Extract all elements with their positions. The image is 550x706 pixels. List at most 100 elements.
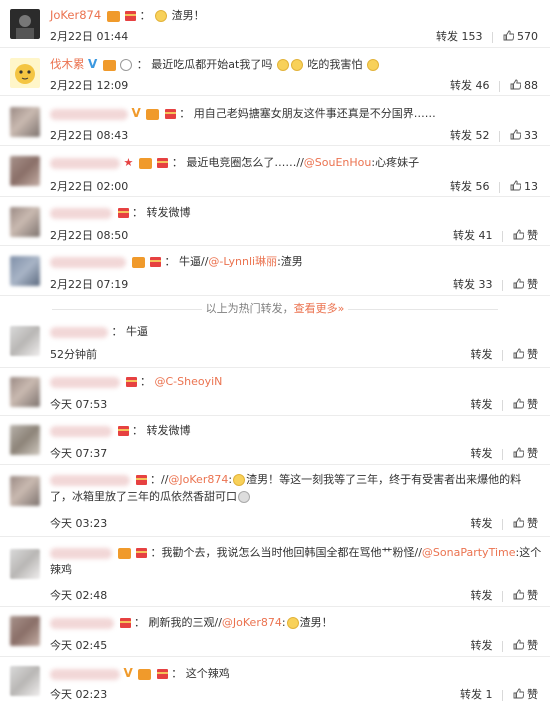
avatar[interactable] [10,377,40,407]
thumb-up-icon [513,447,524,458]
comment-text: 牛逼 [126,325,148,338]
like-button[interactable]: 赞 [513,278,538,291]
avatar[interactable] [10,616,40,646]
thumb-up-icon [513,517,524,528]
red-envelope-icon [136,548,147,558]
like-button[interactable]: 赞 [513,398,538,411]
actions: 转发 52 33 [450,127,538,143]
user-name[interactable] [50,425,112,437]
user-name[interactable] [50,474,130,486]
mention-link[interactable]: @SouEnHou [304,156,372,169]
avatar[interactable] [10,58,40,88]
actions: 转发 赞 [471,396,539,412]
actions: 转发 46 88 [450,77,538,93]
comment-line: ★ ： 最近电竞圈怎么了……//@SouEnHou:心疼妹子 [50,155,538,171]
like-button[interactable]: 赞 [513,229,538,242]
comment-text: 了，冰箱里放了三年的瓜依然香甜可口 [50,490,237,503]
repost-button[interactable]: 转发 56 [450,180,490,193]
thumb-up-icon [503,30,514,41]
timestamp: 今天 07:37 [50,447,108,460]
actions: 转发 赞 [471,587,539,603]
like-button[interactable]: 570 [503,30,538,43]
user-name[interactable] [50,376,120,388]
timestamp: 52分钟前 [50,348,97,361]
avatar[interactable] [10,256,40,286]
comment-text: 吃的我害怕 [307,58,363,71]
see-more-link[interactable]: 查看更多 [294,302,338,315]
repost-button[interactable]: 转发 52 [450,129,490,142]
mention-link[interactable]: @-Lynnli琳丽 [208,255,277,268]
repost-button[interactable]: 转发 [471,447,493,460]
red-envelope-icon [125,377,137,387]
avatar[interactable] [10,326,40,356]
avatar[interactable] [10,549,40,579]
like-button[interactable]: 赞 [513,688,538,701]
comment-text: 最近吃瓜都开始at我了吗 [151,58,273,71]
comment-text: 最近电竞圈怎么了……// [186,156,304,169]
avatar[interactable] [10,107,40,137]
avatar[interactable] [10,476,40,506]
repost-button[interactable]: 转发 [471,348,493,361]
repost-button[interactable]: 转发 1 [460,688,493,701]
repost-button[interactable]: 转发 41 [453,229,493,242]
user-name[interactable] [50,256,126,268]
user-name[interactable] [50,108,128,120]
like-button[interactable]: 13 [510,180,538,193]
like-button[interactable]: 赞 [513,447,538,460]
mention-link[interactable]: @C-SheoyiN [155,375,223,388]
list-item: 伐木累 V ： 最近吃瓜都开始at我了吗 吃的我害怕 2月22日 12:09 转… [0,48,550,96]
user-name[interactable]: 伐木累 [50,57,85,71]
mention-link[interactable]: @JoKer874 [222,616,282,629]
avatar[interactable] [10,207,40,237]
timestamp: 今天 02:23 [50,688,108,701]
avatar[interactable] [10,156,40,186]
panda-icon [120,59,133,71]
user-name[interactable]: JoKer874 [50,8,101,22]
avatar[interactable] [10,9,40,39]
thumb-up-icon [510,79,521,90]
comment-line: V ： 这个辣鸡 [50,665,538,681]
repost-button[interactable]: 转发 33 [453,278,493,291]
repost-button[interactable]: 转发 46 [450,79,490,92]
list-item: ： 刷新我的三观//@JoKer874: 渣男！ 今天 02:45 转发 赞 [0,607,550,657]
like-button[interactable]: 赞 [513,589,538,602]
comment-text: 辣鸡 [50,563,72,576]
repost-button[interactable]: 转发 153 [436,30,483,43]
like-button[interactable]: 33 [510,129,538,142]
emoji-icon [366,59,379,71]
timestamp: 2月22日 01:44 [50,30,129,43]
timestamp: 2月22日 08:50 [50,229,129,242]
comment-text: 转发微博 [146,424,191,437]
user-name[interactable] [50,617,114,629]
comment-line: ：//@JoKer874: 渣男！等这一刻我等了三年，终于有受害者出来爆他的料 了… [50,473,522,503]
vip-icon [138,157,152,169]
user-name[interactable] [50,668,120,680]
user-name[interactable] [50,207,112,219]
red-envelope-icon [125,11,137,21]
actions: 转发 153 570 [436,28,538,44]
comment-line: V ： 用自己老妈搪塞女朋友这件事还真是不分国界…… [50,105,538,121]
repost-button[interactable]: 转发 [471,517,493,530]
like-button[interactable]: 赞 [513,639,538,652]
repost-button[interactable]: 转发 [471,589,493,602]
avatar[interactable] [10,666,40,696]
timestamp: 2月22日 08:43 [50,129,129,142]
comment-text: 渣男！等这一刻我等了三年，终于有受害者出来爆他的料 [246,473,522,486]
like-button[interactable]: 赞 [513,517,538,530]
emoji-icon [286,617,299,629]
repost-button[interactable]: 转发 [471,398,493,411]
comment-line: ： 刷新我的三观//@JoKer874: 渣男！ [50,615,538,631]
list-item: JoKer874 ： 渣男！ 2月22日 01:44 转发 153 570 [0,0,550,48]
list-item: ：我勸个去，我说怎么当时他回韩国全都在骂他艹粉怪//@SonaPartyTime… [0,537,550,607]
user-name[interactable] [50,326,108,338]
like-button[interactable]: 赞 [513,348,538,361]
thumb-up-icon [513,229,524,240]
emoji-icon [233,474,246,486]
mention-link[interactable]: @SonaPartyTime [422,546,516,559]
like-button[interactable]: 88 [510,79,538,92]
repost-button[interactable]: 转发 [471,639,493,652]
user-name[interactable] [50,157,120,169]
avatar[interactable] [10,425,40,455]
user-name[interactable] [50,547,112,559]
mention-link[interactable]: @JoKer874 [168,473,228,486]
